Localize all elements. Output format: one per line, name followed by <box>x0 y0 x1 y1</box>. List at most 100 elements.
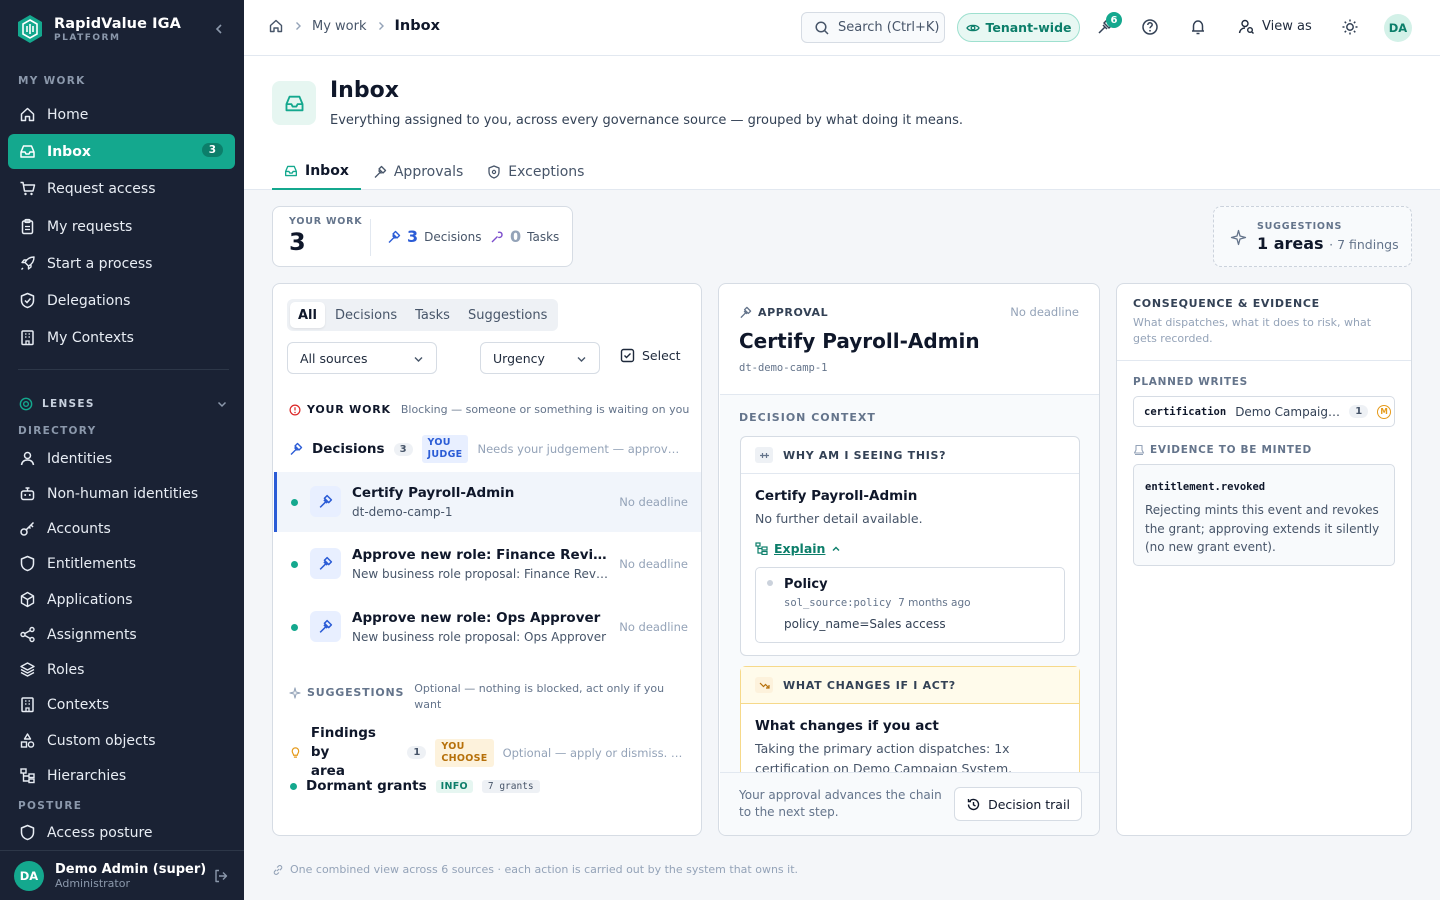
explain-toggle[interactable]: Explain <box>755 541 841 556</box>
tenant-scope-toggle[interactable]: Tenant-wide <box>957 13 1080 42</box>
sidebar-item-label: Access posture <box>47 824 153 841</box>
tab-exceptions[interactable]: Exceptions <box>475 153 596 190</box>
sidebar-item-accounts[interactable]: Accounts <box>8 511 235 546</box>
hierarchy-icon <box>20 768 35 784</box>
sidebar-item-non-human-identities[interactable]: Non-human identities <box>8 476 235 511</box>
wrench-icon <box>491 230 503 242</box>
summary-total: 3 <box>289 228 306 256</box>
list-item-approve-finance-reviewer[interactable]: Approve new role: Finance Reviewer New b… <box>274 534 701 594</box>
sun-theme-icon[interactable] <box>1341 18 1359 36</box>
clipboard-icon <box>21 218 34 235</box>
sidebar-item-my-contexts[interactable]: My Contexts <box>8 320 235 355</box>
sidebar-item-home[interactable]: Home <box>8 97 235 132</box>
info-tag: INFO <box>435 779 473 793</box>
source-select[interactable]: All sources <box>287 342 437 374</box>
key-icon <box>20 521 35 536</box>
tab-approvals[interactable]: Approvals <box>361 153 475 190</box>
sidebar-item-start-process[interactable]: Start a process <box>8 246 235 281</box>
bell-icon[interactable] <box>1189 18 1207 36</box>
collapse-sidebar-chevron-icon[interactable] <box>212 22 226 36</box>
decisions-count: 3 <box>407 227 419 246</box>
sidebar-item-label: Request access <box>47 180 156 197</box>
decisions-group-desc: Needs your judgement — approve, reject o… <box>477 442 685 456</box>
findings-group-count: 1 <box>407 746 427 759</box>
tab-inbox[interactable]: Inbox <box>272 153 361 190</box>
home-icon[interactable] <box>268 18 284 34</box>
dormant-grants-row[interactable]: Dormant grants INFO 7 grants <box>289 778 540 794</box>
sidebar-item-inbox[interactable]: Inbox 3 <box>8 134 235 169</box>
your-work-section-header: YOUR WORK Blocking — someone or somethin… <box>289 403 689 416</box>
approval-chain-note: Your approval advances the chain to the … <box>739 788 942 819</box>
user-footer[interactable]: DA Demo Admin (super) Administrator <box>0 850 244 900</box>
urgency-select[interactable]: Urgency <box>480 342 600 374</box>
decision-context-scroll[interactable]: DECISION CONTEXT WHY AM I SEEING THIS? C… <box>720 394 1099 772</box>
sidebar-item-label: Custom objects <box>47 732 156 749</box>
history-icon <box>967 798 980 810</box>
decision-context-label: DECISION CONTEXT <box>739 411 876 424</box>
decision-detail-panel: APPROVAL No deadline Certify Payroll-Adm… <box>718 283 1100 836</box>
gavel-icon <box>319 494 333 508</box>
select-mode-button[interactable]: Select <box>620 348 681 363</box>
list-item-certify-payroll-admin[interactable]: Certify Payroll-Admin dt-demo-camp-1 No … <box>274 472 701 532</box>
sparkle-icon <box>1230 229 1247 246</box>
sidebar: RapidValue IGA PLATFORM MY WORK Home Inb… <box>0 0 244 900</box>
sidebar-item-entitlements[interactable]: Entitlements <box>8 546 235 581</box>
sidebar-item-delegations[interactable]: Delegations <box>8 283 235 318</box>
filter-all[interactable]: All <box>290 302 325 328</box>
chevron-up-icon <box>832 546 840 551</box>
suggestions-title: SUGGESTIONS <box>307 686 405 699</box>
sidebar-item-my-requests[interactable]: My requests <box>8 209 235 244</box>
decisions-group-header[interactable]: Decisions 3 YOU JUDGE Needs your judgemen… <box>289 435 689 463</box>
grants-count: 7 grants <box>481 779 540 793</box>
brand[interactable]: RapidValue IGA PLATFORM <box>16 14 181 44</box>
sidebar-item-request-access[interactable]: Request access <box>8 171 235 206</box>
policy-age: 7 months ago <box>898 597 971 609</box>
building-icon <box>21 697 34 713</box>
what-changes-card: WHAT CHANGES IF I ACT? What changes if y… <box>740 666 1080 772</box>
breadcrumb-my-work[interactable]: My work <box>312 19 367 34</box>
search-icon <box>815 20 829 35</box>
decision-trail-button[interactable]: Decision trail <box>954 787 1082 821</box>
sidebar-item-custom-objects[interactable]: Custom objects <box>8 723 235 758</box>
chevron-right-icon <box>296 22 301 30</box>
tasks-label: Tasks <box>527 229 560 244</box>
filter-decisions[interactable]: Decisions <box>327 302 405 328</box>
sidebar-item-applications[interactable]: Applications <box>8 582 235 617</box>
planned-write-row[interactable]: certification Demo Campaign System 1 M <box>1133 396 1395 427</box>
policy-meta: sol_source:policy 7 months ago <box>784 597 971 609</box>
link-arrow-icon <box>759 452 769 458</box>
filter-tasks[interactable]: Tasks <box>407 302 458 328</box>
sidebar-item-roles[interactable]: Roles <box>8 652 235 687</box>
list-item-approve-ops-approver[interactable]: Approve new role: Ops Approver New busin… <box>274 597 701 657</box>
item-title: Certify Payroll-Admin <box>352 485 515 501</box>
section-posture: POSTURE <box>18 800 83 812</box>
help-icon[interactable] <box>1141 18 1159 36</box>
consequence-title: CONSEQUENCE & EVIDENCE <box>1133 297 1320 310</box>
chevron-down-icon <box>414 357 423 362</box>
suggestions-summary-card[interactable]: SUGGESTIONS 1 areas · 7 findings <box>1213 206 1412 267</box>
stamp-icon <box>1133 444 1145 456</box>
sidebar-item-label: Contexts <box>47 696 110 713</box>
sidebar-item-label: Non-human identities <box>47 485 199 502</box>
logout-icon[interactable] <box>213 868 229 884</box>
summary-tasks[interactable]: 0 Tasks <box>490 227 559 246</box>
sidebar-item-contexts[interactable]: Contexts <box>8 687 235 722</box>
work-list-panel: All Decisions Tasks Suggestions All sour… <box>272 283 702 836</box>
evidence-label: EVIDENCE TO BE MINTED <box>1133 444 1312 456</box>
sidebar-item-access-posture[interactable]: Access posture <box>8 815 235 850</box>
findings-group-header[interactable]: Findings by area 1 YOU CHOOSE Optional — a… <box>289 724 689 781</box>
search-button[interactable]: Search (Ctrl+K) <box>801 12 945 43</box>
filter-suggestions[interactable]: Suggestions <box>460 302 555 328</box>
sidebar-item-hierarchies[interactable]: Hierarchies <box>8 758 235 793</box>
shapes-icon <box>20 733 35 748</box>
summary-decisions[interactable]: 3 Decisions <box>387 227 481 246</box>
sidebar-item-assignments[interactable]: Assignments <box>8 617 235 652</box>
user-avatar-button[interactable]: DA <box>1384 14 1412 42</box>
sidebar-item-identities[interactable]: Identities <box>8 441 235 476</box>
gavel-icon <box>374 165 387 178</box>
work-summary-card: YOUR WORK 3 3 Decisions 0 Tasks <box>272 206 573 267</box>
user-role: Administrator <box>55 876 130 890</box>
view-as-button[interactable]: View as <box>1238 18 1312 35</box>
lenses-toggle[interactable]: LENSES <box>18 396 228 412</box>
breadcrumb-current: Inbox <box>394 18 440 34</box>
